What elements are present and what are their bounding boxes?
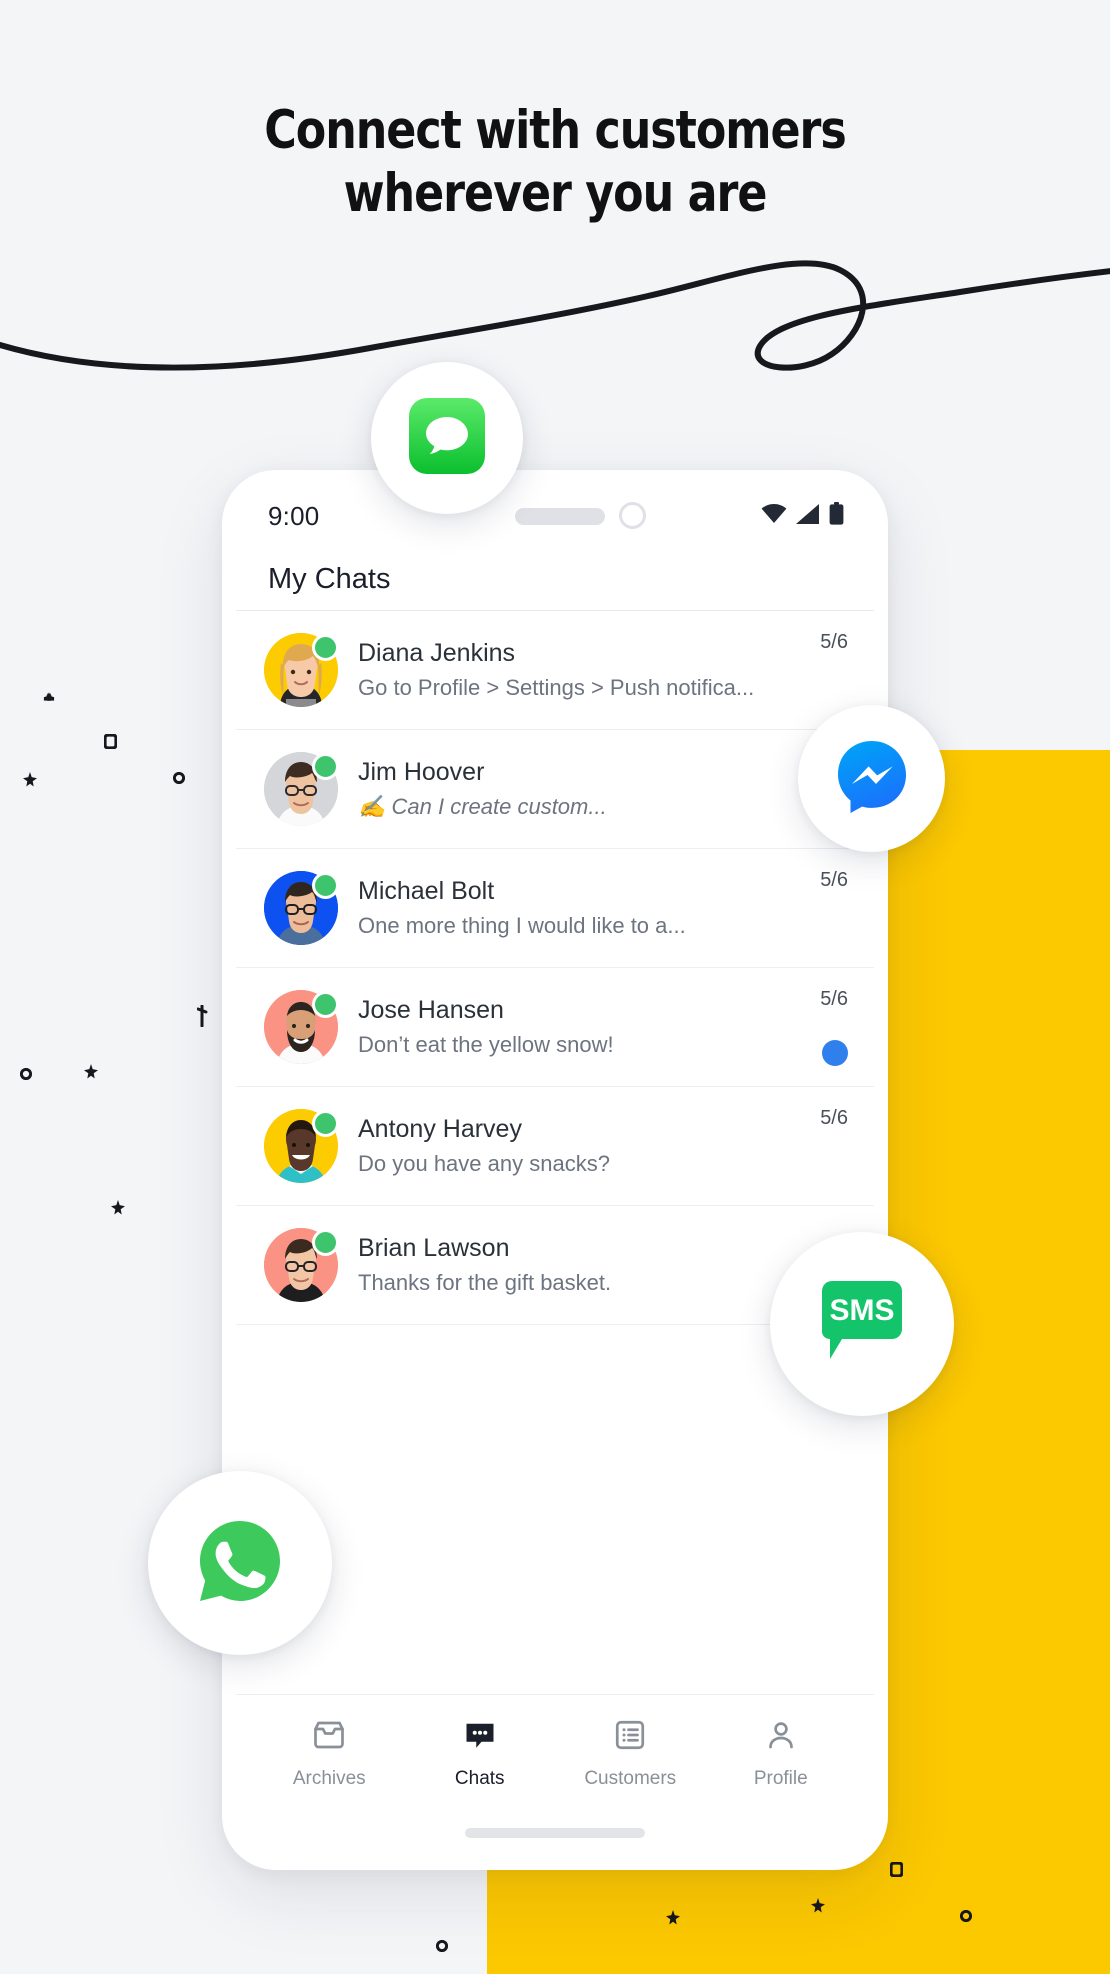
chat-name: Brian Lawson (358, 1233, 510, 1262)
channel-badge-messenger[interactable] (798, 705, 945, 852)
person-icon (763, 1717, 799, 1758)
notch-camera (619, 502, 646, 529)
nav-item-chats[interactable]: Chats (410, 1717, 550, 1790)
chat-list[interactable]: Diana Jenkins Go to Profile > Settings >… (236, 611, 874, 1694)
presence-indicator (312, 1229, 339, 1256)
home-indicator-area (236, 1810, 874, 1856)
sparkle-dot-icon (20, 1068, 32, 1080)
unread-badge (822, 1040, 848, 1066)
chat-preview: Don’t eat the yellow snow! (358, 1032, 614, 1058)
whatsapp-icon (197, 1518, 283, 1609)
chat-date: 5/6 (820, 988, 848, 1010)
chat-preview: Do you have any snacks? (358, 1151, 610, 1177)
presence-indicator (312, 1110, 339, 1137)
home-indicator-bar[interactable] (465, 1828, 645, 1838)
messenger-icon (835, 739, 909, 818)
chat-name: Antony Harvey (358, 1114, 522, 1143)
headline-line-1: Connect with customers (264, 100, 847, 161)
sparkle-dot-icon (173, 772, 185, 784)
avatar (264, 1228, 339, 1302)
avatar (264, 752, 339, 826)
channel-badge-sms[interactable]: SMS (770, 1232, 954, 1416)
chat-bubble-icon (462, 1717, 498, 1758)
chat-row-text: Brian Lawson Thanks for the gift basket. (358, 1232, 846, 1299)
presence-indicator (312, 753, 339, 780)
page-title: Connect with customers wherever you are (39, 100, 1071, 225)
inbox-icon (311, 1717, 347, 1758)
notch-speaker (515, 508, 605, 525)
nav-item-profile[interactable]: Profile (711, 1717, 851, 1790)
sms-icon: SMS (816, 1280, 908, 1368)
promo-stage: Connect with customers wherever you are (0, 0, 1110, 1974)
headline-line-2: wherever you are (343, 162, 768, 224)
signal-icon (796, 503, 820, 529)
sparkle-dot-icon (436, 1940, 448, 1952)
chat-row[interactable]: Diana Jenkins Go to Profile > Settings >… (236, 611, 874, 730)
status-bar: 9:00 (236, 484, 874, 548)
sms-badge-label: SMS (829, 1294, 894, 1327)
sparkle-plus-icon (40, 688, 58, 706)
battery-icon (829, 502, 844, 530)
wifi-icon (761, 503, 787, 529)
presence-indicator (312, 872, 339, 899)
sparkle-ring-icon (890, 1862, 903, 1877)
chat-date: 5/6 (820, 631, 848, 653)
bottom-navigation[interactable]: Archives Chats Customers Profile (236, 1694, 874, 1810)
sparkle-star-icon (22, 772, 38, 788)
chat-preview-draft: ✍️ Can I create custom... (358, 794, 607, 820)
nav-label: Profile (753, 1768, 808, 1789)
avatar (264, 871, 339, 945)
chat-row[interactable]: Michael Bolt One more thing I would like… (236, 849, 874, 968)
screen-title: My Chats (236, 548, 874, 611)
chat-row-text: Jose Hansen Don’t eat the yellow snow! (358, 994, 846, 1061)
chat-name: Jim Hoover (358, 757, 485, 786)
nav-item-archives[interactable]: Archives (259, 1717, 399, 1790)
status-time: 9:00 (268, 500, 320, 531)
chat-date: 5/6 (820, 869, 848, 891)
chat-row-text: Jim Hoover ✍️ Can I create custom... (358, 756, 846, 823)
avatar (264, 633, 339, 707)
sparkle-tick-icon (197, 1005, 208, 1027)
avatar (264, 1109, 339, 1183)
chat-row-text: Diana Jenkins Go to Profile > Settings >… (358, 637, 846, 704)
sparkle-star-icon (110, 1200, 126, 1216)
sparkle-ring-icon (104, 734, 117, 749)
nav-label: Chats (454, 1768, 505, 1789)
chat-preview: One more thing I would like to a... (358, 913, 686, 939)
chat-row-meta: 5/6 (820, 869, 848, 947)
phone-screen: 9:00 My Chats Diana Jenkins Go to Profil… (236, 484, 874, 1856)
channel-badge-whatsapp[interactable] (148, 1471, 332, 1655)
chat-date: 5/6 (820, 1107, 848, 1129)
chat-preview: Go to Profile > Settings > Push notifica… (358, 675, 755, 701)
channel-badge-imessage[interactable] (371, 362, 523, 514)
chat-row[interactable]: Jose Hansen Don’t eat the yellow snow! 5… (236, 968, 874, 1087)
chat-row[interactable]: Jim Hoover ✍️ Can I create custom... 5/6 (236, 730, 874, 849)
chat-name: Diana Jenkins (358, 638, 516, 667)
phone-mockup: 9:00 My Chats Diana Jenkins Go to Profil… (222, 470, 888, 1870)
sparkle-star-icon (665, 1910, 681, 1926)
nav-label: Archives (292, 1768, 366, 1789)
chat-row-meta: 5/6 (820, 631, 848, 709)
presence-indicator (312, 991, 339, 1018)
chat-row-meta: 5/6 (820, 988, 848, 1066)
chat-row-meta: 5/6 (820, 1107, 848, 1185)
presence-indicator (312, 634, 339, 661)
sparkle-star-icon (810, 1898, 826, 1914)
chat-name: Jose Hansen (358, 995, 504, 1024)
avatar (264, 990, 339, 1064)
nav-item-customers[interactable]: Customers (560, 1717, 700, 1790)
chat-preview: Thanks for the gift basket. (358, 1270, 612, 1296)
decorative-squiggle (0, 260, 1110, 371)
status-icons (761, 502, 844, 530)
chat-row-text: Antony Harvey Do you have any snacks? (358, 1113, 846, 1180)
list-icon (612, 1717, 648, 1758)
nav-label: Customers (584, 1768, 677, 1789)
sparkle-star-icon (83, 1064, 99, 1080)
sparkle-dot-icon (960, 1910, 972, 1922)
imessage-icon (409, 397, 485, 479)
chat-row-text: Michael Bolt One more thing I would like… (358, 875, 846, 942)
chat-name: Michael Bolt (358, 876, 495, 905)
chat-row[interactable]: Antony Harvey Do you have any snacks? 5/… (236, 1087, 874, 1206)
